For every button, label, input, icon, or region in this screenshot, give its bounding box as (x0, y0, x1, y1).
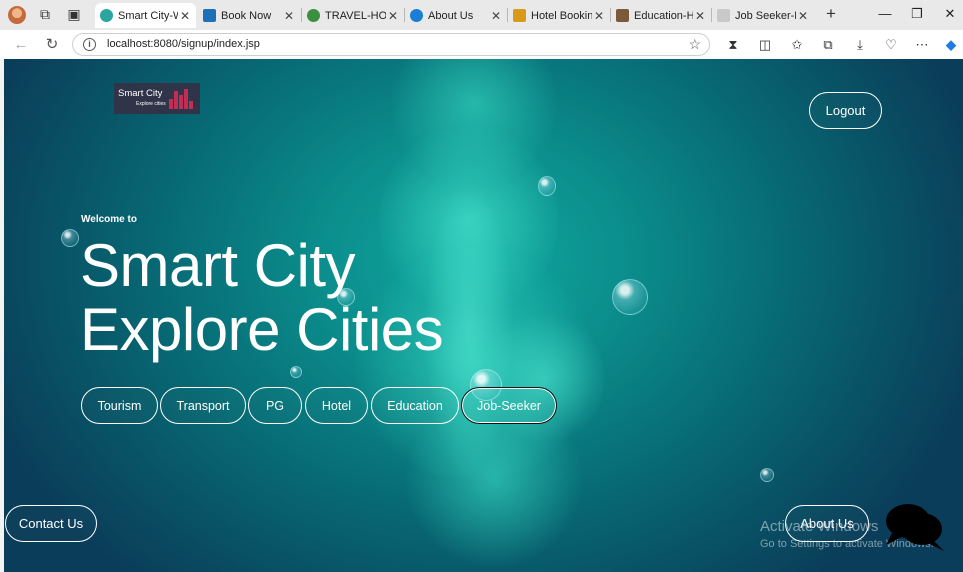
hero-title-line1: Smart City (80, 232, 356, 299)
more-options-icon[interactable]: ⋯ (913, 36, 931, 54)
nav-button-transport[interactable]: Transport (160, 387, 246, 424)
refresh-icon[interactable]: ↻ (43, 36, 61, 54)
activate-windows-title: Activate Windows (760, 518, 879, 535)
nav-button-education[interactable]: Education (371, 387, 459, 424)
bubble (612, 279, 648, 315)
downloads-icon[interactable]: ⤓ (851, 36, 869, 54)
tab-label: Education-Hom (634, 9, 693, 22)
collections-icon[interactable]: ⧉ (819, 36, 837, 54)
hero-title-line2: Explore Cities (80, 296, 444, 363)
tab-label: Hotel Booking (531, 9, 592, 22)
url-text[interactable]: localhost:8080/signup/index.jsp (107, 38, 260, 50)
site-logo[interactable]: Smart City Explore cities (114, 83, 200, 114)
bubble (61, 229, 79, 247)
tab-label: Job Seeker-Hor (735, 9, 796, 22)
tab-favicon-icon (513, 9, 526, 22)
tab-label: Book Now (221, 9, 272, 22)
tab-strip: ⧉ ▣ Smart City-Welc ✕ Book Now ✕ TRAVEL-… (0, 0, 963, 30)
logo-subtitle: Explore cities (136, 101, 166, 107)
profile-avatar-icon[interactable] (8, 6, 26, 24)
tab-education-home[interactable]: Education-Hom ✕ (611, 3, 711, 28)
tab-travel-home[interactable]: TRAVEL-HOME ✕ (302, 3, 404, 28)
tab-favicon-icon (410, 9, 423, 22)
tab-favicon-icon (307, 9, 320, 22)
favorite-star-icon[interactable]: ☆ (688, 36, 701, 53)
navigation-bar: ← ↻ i localhost:8080/signup/index.jsp ☆ … (0, 30, 963, 59)
bubble (760, 468, 774, 482)
tab-close-icon[interactable]: ✕ (489, 9, 503, 23)
contact-us-button[interactable]: Contact Us (5, 505, 97, 542)
tab-favicon-icon (203, 9, 216, 22)
back-icon[interactable]: ← (12, 36, 30, 54)
site-info-icon[interactable]: i (83, 38, 96, 51)
hero-title: Smart City Explore Cities (80, 232, 444, 363)
nav-button-tourism[interactable]: Tourism (81, 387, 158, 424)
tab-label: About Us (428, 9, 474, 22)
city-skyline-icon (169, 89, 195, 109)
workspaces-icon[interactable]: ⧉ (37, 6, 53, 22)
browser-essentials-icon[interactable]: ♡ (882, 36, 900, 54)
nav-button-hotel[interactable]: Hotel (305, 387, 368, 424)
split-screen-icon[interactable]: ◫ (756, 36, 774, 54)
new-tab-icon[interactable]: + (822, 5, 840, 23)
hero-section: Smart City Explore cities Logout Welcome… (4, 59, 963, 572)
bubble (290, 366, 302, 378)
tab-close-icon[interactable]: ✕ (178, 9, 192, 23)
close-window-icon[interactable]: ✕ (941, 5, 959, 23)
bubble (538, 176, 556, 196)
tab-book-now[interactable]: Book Now ✕ (198, 3, 300, 28)
tab-close-icon[interactable]: ✕ (282, 9, 296, 23)
tab-smart-city[interactable]: Smart City-Welc ✕ (95, 3, 196, 28)
address-bar[interactable]: i localhost:8080/signup/index.jsp ☆ (72, 33, 710, 56)
minimize-icon[interactable]: — (876, 5, 894, 23)
welcome-text: Welcome to (81, 214, 137, 225)
nav-button-job-seeker[interactable]: Job-Seeker (461, 387, 557, 424)
tab-label: TRAVEL-HOME (325, 9, 386, 22)
tab-close-icon[interactable]: ✕ (796, 9, 810, 23)
tab-hotel-booking[interactable]: Hotel Booking ✕ (508, 3, 610, 28)
nav-button-pg[interactable]: PG (248, 387, 302, 424)
tab-actions-icon[interactable]: ▣ (66, 6, 82, 22)
favorites-icon[interactable]: ✩ (788, 36, 806, 54)
tab-close-icon[interactable]: ✕ (386, 9, 400, 23)
tab-close-icon[interactable]: ✕ (693, 9, 707, 23)
extensions-icon[interactable]: ⧗ (724, 36, 742, 54)
tab-label: Smart City-Welc (118, 9, 178, 22)
tab-about-us[interactable]: About Us ✕ (405, 3, 507, 28)
tab-close-icon[interactable]: ✕ (592, 9, 606, 23)
restore-icon[interactable]: ❐ (908, 5, 926, 23)
logo-title: Smart City (118, 88, 163, 99)
tab-job-seeker-home[interactable]: Job Seeker-Hor ✕ (712, 3, 814, 28)
tab-favicon-icon (100, 9, 113, 22)
logout-button[interactable]: Logout (809, 92, 882, 129)
tab-favicon-icon (616, 9, 629, 22)
copilot-icon[interactable]: ◆ (942, 36, 960, 54)
chat-bubble-icon[interactable] (882, 499, 946, 555)
tab-favicon-icon (717, 9, 730, 22)
